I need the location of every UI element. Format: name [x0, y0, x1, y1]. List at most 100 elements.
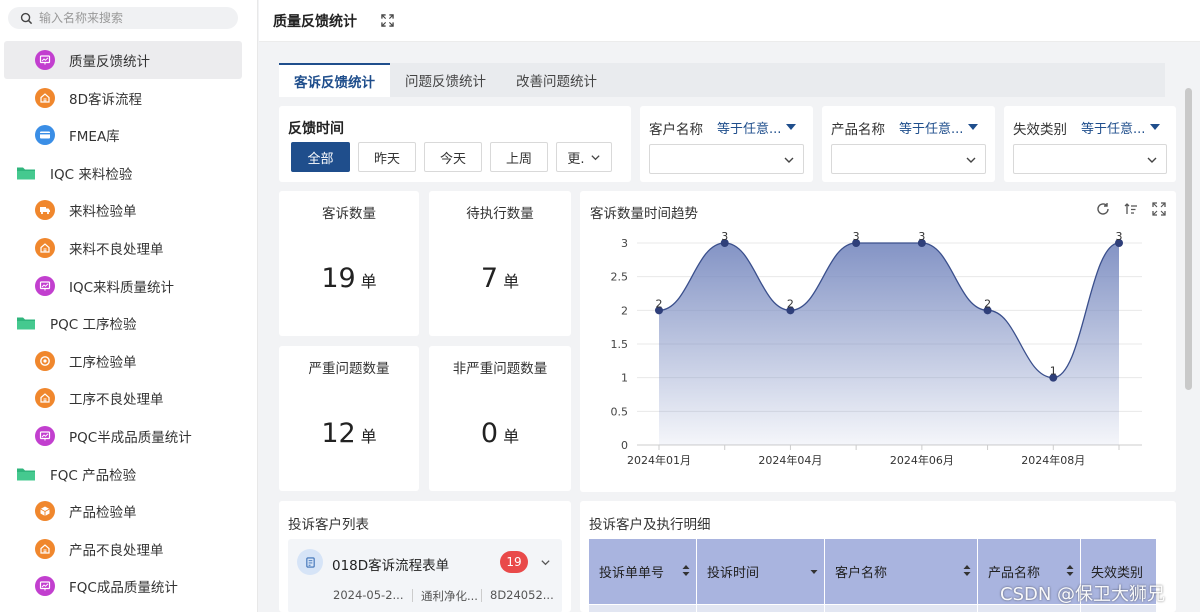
caret-down-icon[interactable] — [786, 124, 796, 130]
sidebar-item[interactable]: 工序检验单 — [4, 342, 242, 380]
chevron-down-icon — [784, 157, 794, 163]
failure-filter-label: 失效类别 — [1013, 122, 1067, 138]
caret-down-icon[interactable] — [968, 124, 978, 130]
sidebar-item[interactable]: 来料检验单 — [4, 191, 242, 229]
y-tick-label: 3 — [621, 237, 628, 250]
box-icon — [35, 501, 55, 522]
sidebar-item-label: FQC 产品检验 — [50, 467, 137, 484]
list-item-title: 018D客诉流程表单 — [332, 558, 450, 574]
table-row[interactable] — [589, 605, 1157, 612]
chevron-down-icon[interactable] — [540, 557, 551, 568]
y-tick-label: 2 — [621, 304, 628, 317]
customer-select[interactable] — [649, 144, 804, 174]
tab-complaint-stats[interactable]: 客诉反馈统计 — [279, 63, 390, 97]
data-label: 3 — [918, 230, 925, 243]
chevron-down-icon — [1147, 157, 1157, 163]
search-box[interactable] — [8, 7, 238, 29]
sort-icon — [1066, 565, 1074, 576]
home-doc-icon — [35, 538, 55, 559]
filter-last-week-button[interactable]: 上周 — [490, 142, 548, 172]
list-item-code: 8D24052... — [490, 588, 554, 602]
column-header-customer[interactable]: 客户名称 — [825, 539, 978, 604]
x-tick-label: 2024年08月 — [1021, 453, 1085, 467]
time-filter-label: 反馈时间 — [288, 121, 344, 137]
x-tick-label: 2024年04月 — [758, 453, 822, 467]
data-label: 2 — [984, 297, 991, 310]
customer-list-card: 投诉客户列表 018D客诉流程表单 19 2024-05-2... 通利净化..… — [279, 501, 571, 612]
sidebar-item[interactable]: PQC半成品质量统计 — [4, 417, 242, 455]
filter-more-button[interactable]: 更. — [556, 142, 612, 172]
filter-today-button[interactable]: 今天 — [424, 142, 482, 172]
page-header: 质量反馈统计 — [259, 0, 1200, 42]
sidebar-item-label: 来料不良处理单 — [69, 242, 164, 258]
sidebar-item[interactable]: FQC成品质量统计 — [4, 567, 242, 605]
stat-value: 7单 — [480, 263, 520, 294]
sidebar-item[interactable]: FMEA库 — [4, 116, 242, 154]
sort-icon — [682, 565, 690, 576]
sidebar-item-label: IQC来料质量统计 — [69, 279, 175, 296]
stat-value: 19 单 — [321, 263, 377, 294]
folder-icon — [17, 317, 35, 330]
chart-board-icon — [35, 426, 55, 446]
failure-filter-operator[interactable]: 等于任意... — [1081, 118, 1145, 137]
y-tick-label: 1.5 — [611, 338, 629, 351]
column-header-order-no[interactable]: 投诉单单号 — [589, 539, 697, 604]
y-tick-label: 1 — [621, 372, 628, 385]
fullscreen-icon[interactable] — [381, 14, 394, 27]
data-label: 2 — [656, 297, 663, 310]
sidebar-item-label: 工序检验单 — [69, 354, 137, 371]
home-doc-icon — [35, 388, 55, 409]
data-label: 1 — [1050, 365, 1057, 378]
sidebar-item-label: 8D客诉流程 — [69, 91, 142, 108]
sidebar-group[interactable]: PQC 工序检验 — [4, 304, 242, 342]
column-header-time[interactable]: 投诉时间 — [697, 539, 825, 604]
sidebar-item[interactable]: 产品不良处理单 — [4, 530, 242, 568]
data-label: 3 — [721, 230, 728, 243]
detail-table-title: 投诉客户及执行明细 — [589, 517, 711, 533]
y-tick-label: 0 — [621, 439, 628, 452]
page-title: 质量反馈统计 — [273, 13, 357, 30]
stat-value: 0单 — [480, 418, 520, 449]
home-doc-icon — [35, 238, 55, 258]
caret-down-icon — [810, 570, 818, 574]
customer-filter-operator[interactable]: 等于任意... — [717, 118, 781, 137]
chevron-down-icon — [590, 154, 600, 160]
page-scrollbar[interactable] — [1185, 88, 1192, 390]
sidebar-group[interactable]: IQC 来料检验 — [4, 154, 242, 192]
stat-label: 待执行数量 — [466, 206, 534, 222]
x-tick-label: 2024年01月 — [627, 453, 691, 467]
truck-icon — [35, 200, 55, 221]
product-select[interactable] — [831, 144, 986, 174]
search-input[interactable] — [39, 11, 229, 25]
target-icon — [35, 350, 55, 371]
stat-label: 严重问题数量 — [308, 361, 390, 377]
data-label: 3 — [853, 230, 860, 243]
tab-improvement-stats[interactable]: 改善问题统计 — [501, 63, 612, 97]
product-filter-operator[interactable]: 等于任意... — [899, 118, 963, 137]
sidebar-item[interactable]: 产品检验单 — [4, 492, 242, 530]
customer-filter-label: 客户名称 — [649, 122, 703, 138]
data-label: 2 — [787, 297, 794, 310]
sidebar-group[interactable]: FQC 产品检验 — [4, 455, 242, 493]
filter-more-label: 更. — [567, 151, 585, 167]
sidebar-item[interactable]: 来料不良处理单 — [4, 229, 242, 267]
tab-issue-stats[interactable]: 问题反馈统计 — [390, 63, 501, 97]
stat-label: 非严重问题数量 — [452, 361, 548, 377]
list-item[interactable]: 018D客诉流程表单 19 2024-05-2... 通利净化... 8D240… — [288, 539, 562, 612]
sidebar-item[interactable]: 8D客诉流程 — [4, 79, 242, 117]
watermark: CSDN @保卫大狮兄 — [1000, 584, 1166, 605]
sidebar-item-label: IQC 来料检验 — [50, 166, 133, 183]
sidebar-item[interactable]: 质量反馈统计 — [4, 41, 242, 79]
filter-yesterday-button[interactable]: 昨天 — [358, 142, 416, 172]
sidebar-item-label: FQC成品质量统计 — [69, 580, 178, 597]
filter-all-button[interactable]: 全部 — [291, 142, 350, 172]
list-item-customer: 通利净化... — [421, 589, 478, 603]
sidebar-item[interactable]: 工序不良处理单 — [4, 379, 242, 417]
caret-down-icon[interactable] — [1150, 124, 1160, 130]
sidebar-item[interactable]: IQC来料质量统计 — [4, 267, 242, 305]
sidebar-item-label: 产品检验单 — [69, 505, 137, 522]
trend-chart-card: 客诉数量时间趋势 0 0.5 1 1.5 2 2.5 3 2024年01月 2024年04月 20… — [580, 191, 1176, 492]
folder-icon — [17, 468, 35, 481]
failure-select[interactable] — [1013, 144, 1167, 174]
sidebar-item-label: PQC 工序检验 — [50, 317, 137, 334]
